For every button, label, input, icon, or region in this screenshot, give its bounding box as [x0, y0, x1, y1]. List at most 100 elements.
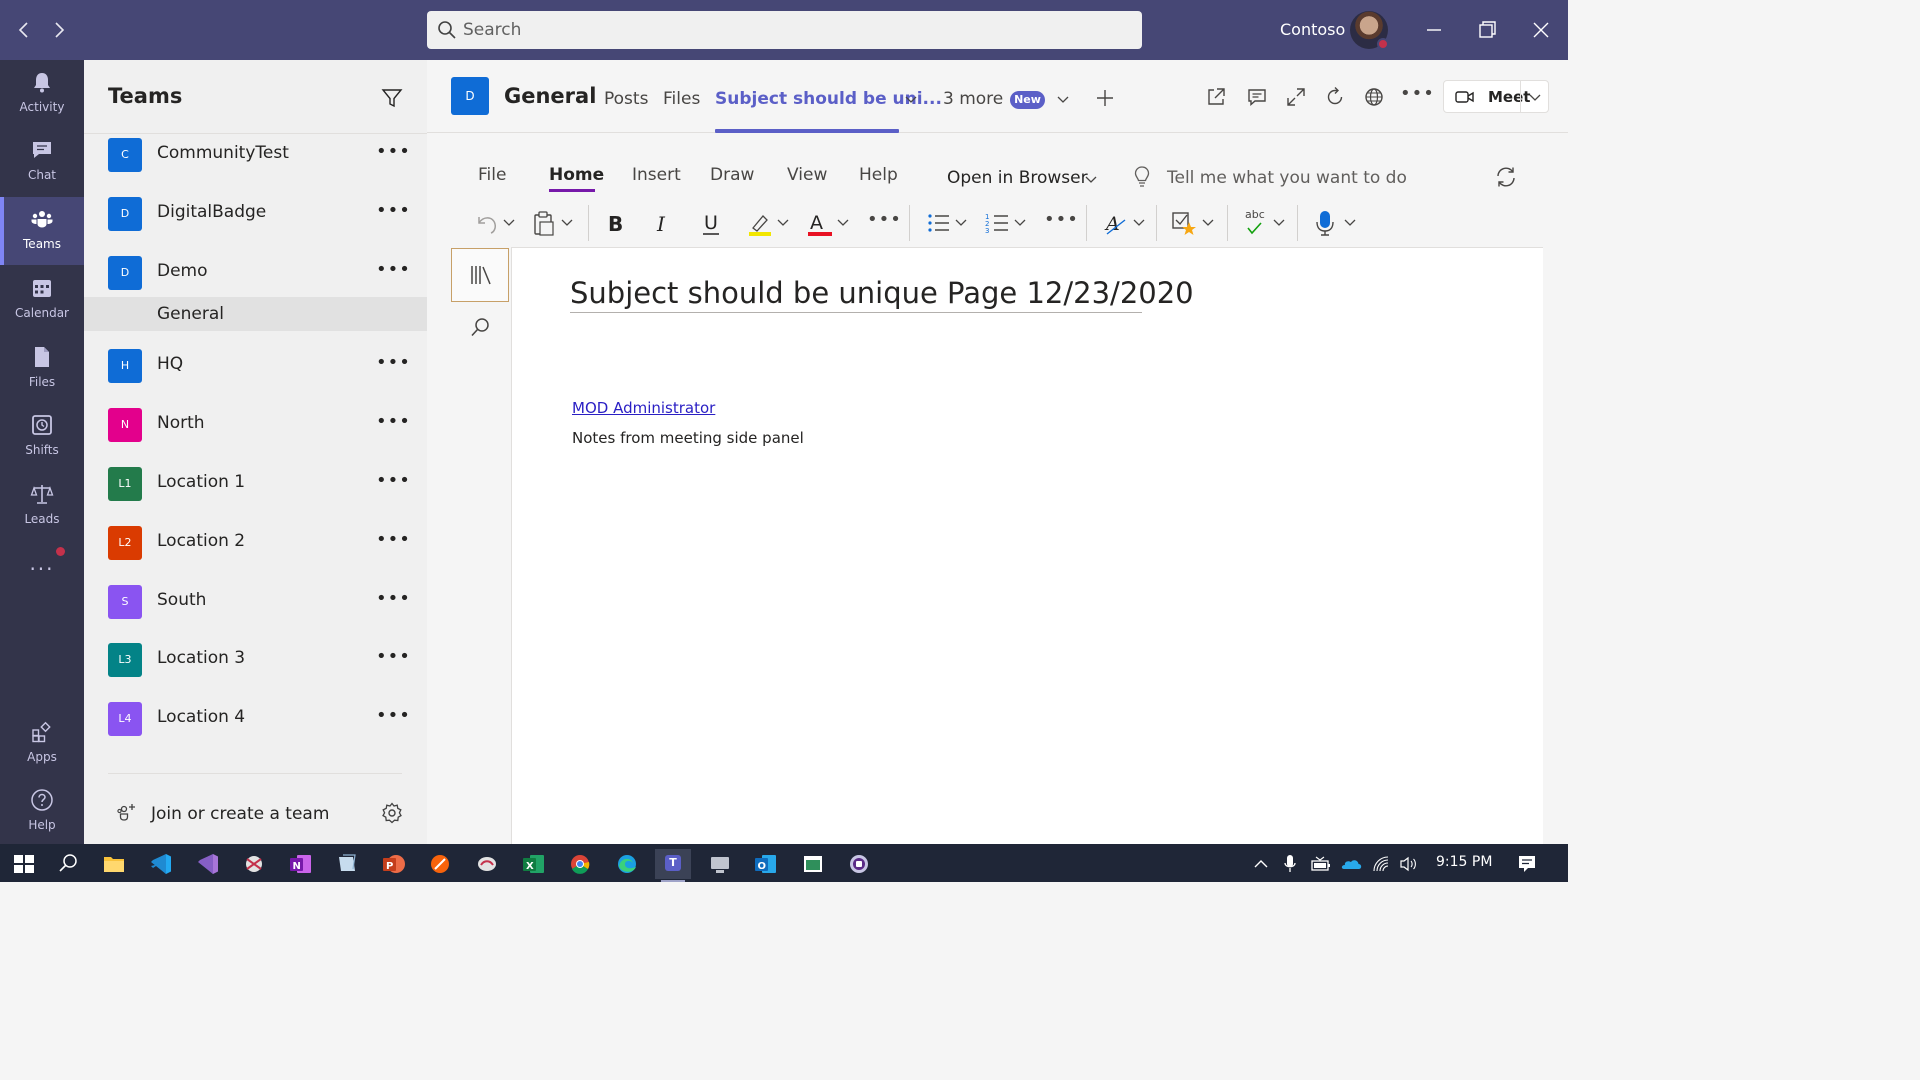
more-options-button[interactable]: •••	[376, 646, 410, 670]
rail-item-apps[interactable]: Apps	[0, 710, 84, 778]
rail-item-chat[interactable]: Chat	[0, 128, 84, 196]
chevron-down-icon[interactable]	[903, 91, 919, 107]
underline-button[interactable]: U	[698, 208, 726, 238]
forward-button[interactable]	[47, 18, 71, 42]
filter-icon[interactable]	[380, 86, 404, 110]
add-tab-icon[interactable]	[1094, 87, 1116, 109]
italic-button[interactable]: I	[649, 208, 677, 238]
note-page-canvas[interactable]: Subject should be unique Page 12/23/2020…	[511, 247, 1543, 844]
team-item[interactable]: L2 Location 2 •••	[84, 515, 427, 573]
windows-start-icon[interactable]	[6, 849, 42, 879]
ribbon-tab-file[interactable]: File	[478, 165, 506, 185]
more-options-button[interactable]: •••	[376, 259, 410, 283]
microphone-icon[interactable]	[1282, 853, 1298, 875]
remote-desktop-icon[interactable]	[469, 849, 505, 879]
more-options-button[interactable]: •••	[1400, 83, 1435, 104]
team-item[interactable]: D DigitalBadge •••	[84, 186, 427, 244]
team-item[interactable]: C CommunityTest •••	[84, 127, 427, 185]
search-icon[interactable]	[50, 849, 86, 879]
numbering-button[interactable]: 123	[984, 208, 1030, 238]
team-item[interactable]: D Demo •••	[84, 245, 427, 303]
dictate-button[interactable]	[1312, 208, 1360, 238]
more-paragraph-options-button[interactable]: •••	[1044, 209, 1079, 239]
rail-item-leads[interactable]: Leads	[0, 472, 84, 540]
close-button[interactable]	[1527, 16, 1555, 44]
ribbon-tab-draw[interactable]: Draw	[710, 165, 754, 185]
highlight-button[interactable]	[745, 208, 793, 238]
snipping-tool-icon[interactable]	[236, 849, 272, 879]
minimize-button[interactable]	[1420, 16, 1448, 44]
team-item[interactable]: L4 Location 4 •••	[84, 691, 427, 749]
teams-taskbar-icon[interactable]: T	[655, 849, 691, 882]
team-item[interactable]: L3 Location 3 •••	[84, 632, 427, 690]
network-manager-icon[interactable]	[702, 849, 738, 879]
sticky-notes-icon[interactable]	[329, 849, 365, 879]
styles-button[interactable]: A	[1103, 208, 1149, 238]
more-options-button[interactable]: •••	[376, 705, 410, 729]
chrome-icon[interactable]	[562, 849, 598, 879]
more-options-button[interactable]: •••	[376, 352, 410, 376]
powerpoint-icon[interactable]: P	[376, 849, 412, 879]
outlook-icon[interactable]: O	[748, 849, 784, 879]
notifications-icon[interactable]	[1516, 853, 1538, 875]
visual-studio-icon[interactable]	[190, 849, 226, 879]
more-options-button[interactable]: •••	[376, 470, 410, 494]
rail-more-button[interactable]: ...	[0, 541, 84, 581]
chevron-down-icon[interactable]	[1528, 90, 1542, 104]
sync-icon[interactable]	[1494, 165, 1518, 189]
battery-icon[interactable]	[1310, 855, 1332, 873]
rail-item-shifts[interactable]: Shifts	[0, 403, 84, 471]
more-options-button[interactable]: •••	[376, 529, 410, 553]
globe-icon[interactable]	[1363, 86, 1385, 108]
undo-button[interactable]	[471, 208, 521, 238]
conversation-icon[interactable]	[1246, 86, 1268, 108]
rdp-window-icon[interactable]	[795, 849, 831, 879]
note-text[interactable]: Notes from meeting side panel	[572, 429, 804, 447]
team-item[interactable]: S South •••	[84, 574, 427, 632]
expand-icon[interactable]	[1285, 86, 1307, 108]
team-item[interactable]: N North •••	[84, 397, 427, 455]
edge-icon[interactable]	[609, 849, 645, 879]
gear-icon[interactable]	[380, 801, 404, 825]
tab-posts[interactable]: Posts	[604, 89, 648, 109]
rail-item-help[interactable]: Help	[0, 778, 84, 846]
more-options-button[interactable]: •••	[376, 588, 410, 612]
paint-app-icon[interactable]	[422, 849, 458, 879]
rail-item-files[interactable]: Files	[0, 335, 84, 403]
restore-button[interactable]	[1473, 16, 1501, 44]
ribbon-tab-view[interactable]: View	[787, 165, 827, 185]
spelling-button[interactable]: abc	[1241, 208, 1289, 238]
rail-item-calendar[interactable]: Calendar	[0, 266, 84, 334]
team-item[interactable]: L1 Location 1 •••	[84, 456, 427, 514]
ribbon-tab-home[interactable]: Home	[549, 165, 604, 185]
chevron-down-icon[interactable]	[1055, 91, 1071, 107]
author-link[interactable]: MOD Administrator	[572, 399, 715, 417]
volume-icon[interactable]	[1398, 854, 1418, 874]
more-options-button[interactable]: •••	[376, 141, 410, 165]
chevron-up-icon[interactable]	[1252, 857, 1270, 871]
vscode-icon[interactable]	[143, 849, 179, 879]
notebooks-button[interactable]	[451, 248, 509, 302]
meet-button[interactable]: Meet	[1443, 80, 1549, 113]
bold-button[interactable]: B	[602, 208, 630, 238]
more-options-button[interactable]: •••	[376, 200, 410, 224]
org-name[interactable]: Contoso	[1280, 20, 1345, 39]
reload-icon[interactable]	[1324, 86, 1346, 108]
chevron-down-icon[interactable]	[1083, 171, 1099, 187]
paste-button[interactable]	[531, 208, 579, 238]
onedrive-icon[interactable]	[1339, 855, 1363, 871]
open-in-browser-button[interactable]: Open in Browser	[947, 168, 1088, 188]
file-explorer-icon[interactable]	[96, 849, 132, 879]
more-font-options-button[interactable]: •••	[867, 209, 902, 239]
join-create-team-link[interactable]: Join or create a team	[151, 804, 329, 824]
bullets-button[interactable]	[925, 208, 971, 238]
pop-out-icon[interactable]	[1205, 86, 1227, 108]
search-input[interactable]: Search	[427, 11, 1142, 49]
recorder-app-icon[interactable]	[841, 849, 877, 879]
rail-item-teams[interactable]: Teams	[0, 197, 84, 265]
channel-item-general[interactable]: General	[84, 297, 427, 331]
tab-files[interactable]: Files	[663, 89, 700, 109]
ribbon-tab-help[interactable]: Help	[859, 165, 898, 185]
wifi-icon[interactable]	[1371, 854, 1391, 874]
join-team-icon[interactable]	[116, 802, 138, 824]
